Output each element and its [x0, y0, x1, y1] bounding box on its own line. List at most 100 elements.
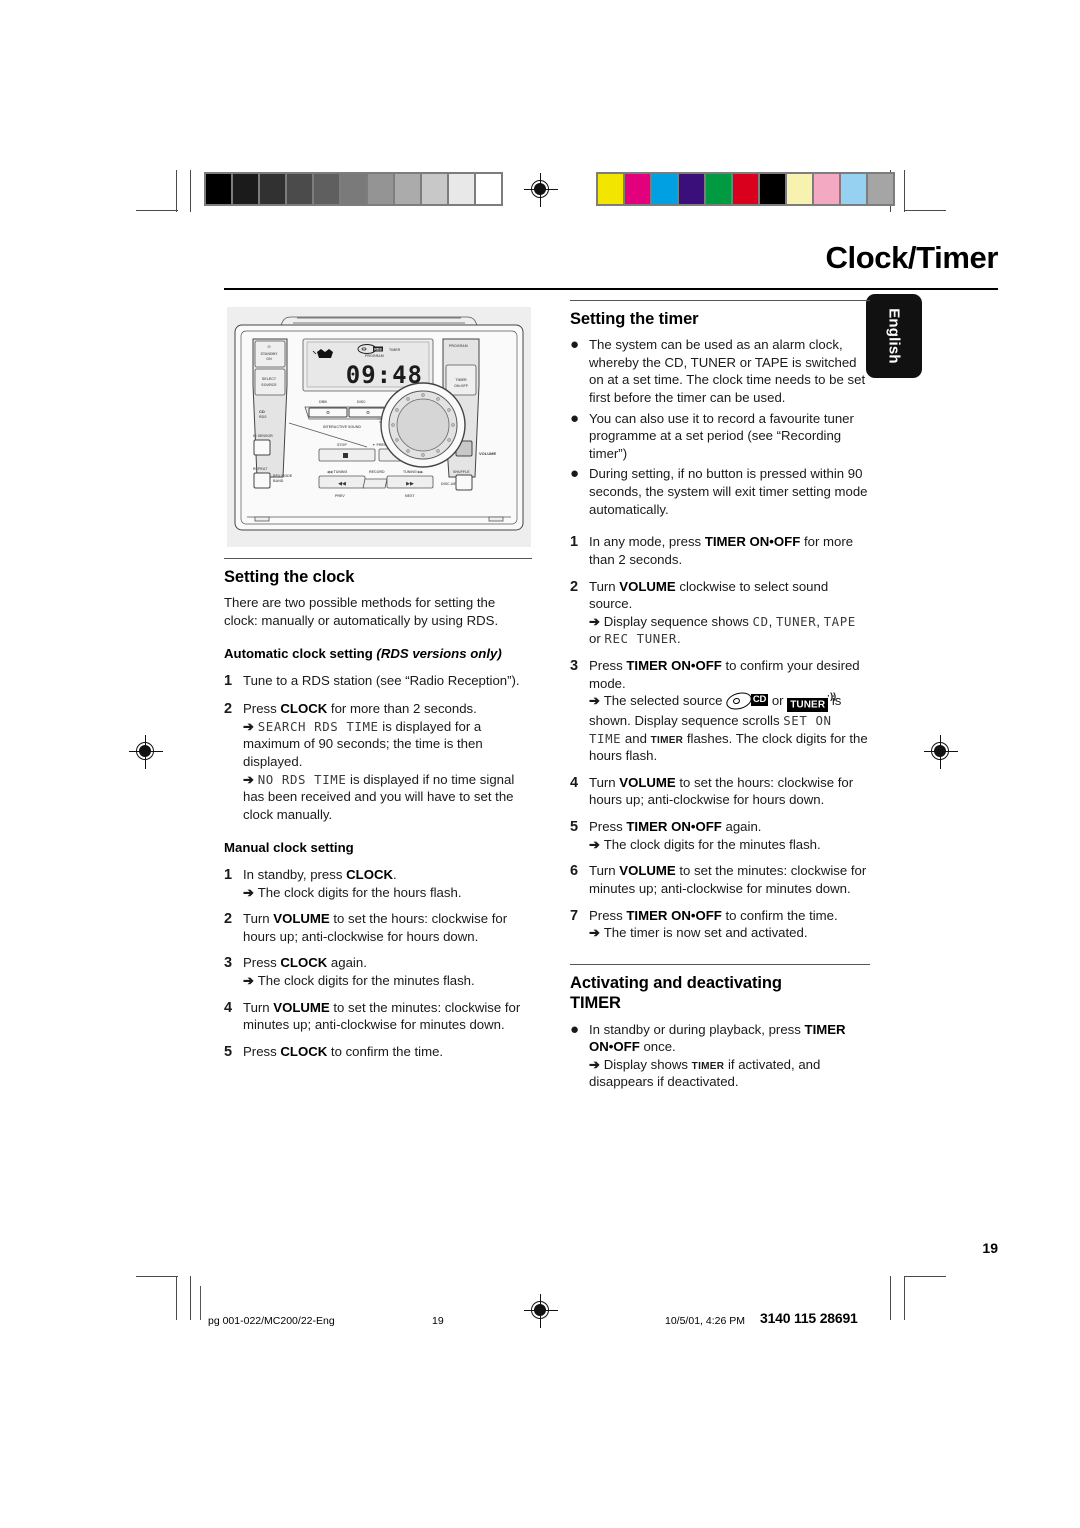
auto-heading-italic: (RDS versions only)	[376, 646, 502, 662]
step-result: ➔ SEARCH RDS TIME is displayed for a max…	[243, 718, 532, 771]
step-number: 2	[570, 578, 579, 595]
emphasised-control-name: VOLUME	[273, 999, 330, 1015]
bullet-dot-icon: ●	[570, 1020, 580, 1038]
arrow-icon: ➔	[243, 718, 258, 734]
grayscale-swatch	[395, 174, 420, 204]
left-section-divider	[224, 558, 532, 560]
lcd-indicator-text: TIMER	[650, 734, 684, 746]
step-text: Tune to a RDS station (see “Radio Recept…	[243, 672, 532, 691]
tuner-icon: TUNER ·))	[787, 691, 836, 712]
bullet-text: The system can be used as an alarm clock…	[589, 337, 866, 405]
color-swatch	[625, 174, 650, 204]
step-result: ➔ The clock digits for the minutes flash…	[243, 972, 532, 990]
activating-heading-line2: TIMER	[570, 993, 621, 1012]
step-number: 5	[224, 1043, 233, 1060]
lcd-display-text: NO RDS TIME	[257, 771, 347, 787]
lcd-display-text: REC TUNER	[604, 631, 677, 647]
step-number: 6	[570, 863, 579, 880]
color-swatch	[706, 174, 731, 204]
step-text: Press CLOCK for more than 2 seconds. ➔ SE…	[243, 700, 532, 823]
bullet-item: ● You can also use it to record a favouri…	[570, 410, 870, 463]
activating-section-divider	[570, 963, 870, 965]
body-text: Press	[589, 658, 627, 674]
bullet-dot-icon: ●	[570, 465, 580, 483]
numbered-step: 2 Turn VOLUME to set the hours: clockwise…	[224, 910, 532, 945]
activating-timer-heading: Activating and deactivating TIMER	[570, 974, 870, 1014]
step-result: ➔ NO RDS TIME is displayed if no time si…	[243, 771, 532, 824]
arrow-icon: ➔	[589, 693, 604, 709]
bullet-item: ● In standby or during playback, press TI…	[570, 1021, 870, 1092]
step-number: 2	[224, 911, 233, 928]
footer-timestamp: 10/5/01, 4:26 PM	[665, 1315, 745, 1327]
automatic-clock-setting-heading: Automatic clock setting (RDS versions on…	[224, 645, 532, 662]
color-swatch	[652, 174, 677, 204]
body-text: ,	[816, 613, 824, 629]
numbered-step: 1 In standby, press CLOCK. ➔ The clock dig…	[224, 866, 532, 901]
setting-the-timer-heading: Setting the timer	[570, 310, 699, 329]
step-text: Press TIMER ON•OFF to confirm your desir…	[589, 657, 870, 765]
body-text: The clock digits for the hours flash.	[257, 884, 462, 900]
grayscale-swatch	[422, 174, 447, 204]
color-swatch	[598, 174, 623, 204]
step-result: ➔ The selected source CD or TUNER ·)) is …	[589, 690, 870, 765]
footer-filename: pg 001-022/MC200/22-Eng	[208, 1315, 335, 1327]
grayscale-calibration-strip	[204, 172, 503, 206]
numbered-step: 3 Press CLOCK again. ➔ The clock digits fo…	[224, 954, 532, 989]
grayscale-swatch	[449, 174, 474, 204]
emphasised-control-name: VOLUME	[619, 863, 676, 879]
body-text: The clock digits for the minutes flash.	[603, 836, 821, 852]
body-text: Press	[243, 1043, 281, 1059]
emphasised-control-name: CLOCK	[346, 866, 394, 882]
body-text: Turn	[243, 999, 274, 1015]
lcd-indicator-text: TIMER	[691, 1060, 725, 1072]
emphasised-control-name: CLOCK	[280, 1043, 328, 1059]
body-text: The clock digits for the minutes flash.	[257, 973, 475, 989]
color-calibration-strip	[596, 172, 895, 206]
color-swatch	[787, 174, 812, 204]
registration-mark-right	[924, 735, 958, 769]
step-text: Turn VOLUME to set the hours: clockwise …	[589, 774, 870, 809]
body-text: again.	[327, 955, 367, 971]
body-text: In any mode, press	[589, 534, 705, 550]
page-title: Clock/Timer	[825, 240, 999, 275]
step-text: Press CLOCK to confirm the time.	[243, 1043, 532, 1062]
arrow-icon: ➔	[589, 1056, 604, 1072]
footer-divider	[200, 1286, 202, 1320]
body-text: once.	[639, 1039, 676, 1055]
activating-heading-line1: Activating and deactivating	[570, 973, 782, 992]
step-number: 4	[224, 999, 233, 1016]
setting-the-timer-steps: 1 In any mode, press TIMER ON•OFF for mor…	[570, 533, 870, 942]
body-text: Turn	[589, 863, 620, 879]
right-column: Setting the timer ● The system can be use…	[570, 300, 870, 1091]
cd-icon: CD	[724, 690, 769, 713]
lcd-display-text: CD	[752, 613, 769, 629]
numbered-step: 7 Press TIMER ON•OFF to confirm the time.…	[570, 907, 870, 942]
registration-mark-top	[524, 173, 558, 207]
setting-the-timer-bullets: ● The system can be used as an alarm cloc…	[570, 336, 870, 518]
step-text: Press TIMER ON•OFF to confirm the time. ➔…	[589, 907, 870, 942]
body-text: Display shows	[603, 1056, 692, 1072]
grayscale-swatch	[368, 174, 393, 204]
emphasised-control-name: CLOCK	[280, 955, 328, 971]
language-tab: English	[866, 294, 922, 378]
numbered-step: 1 Tune to a RDS station (see “Radio Recep…	[224, 672, 532, 691]
arrow-icon: ➔	[589, 613, 604, 629]
body-text: Press	[589, 907, 627, 923]
bullet-text: During setting, if no button is pressed …	[589, 466, 868, 517]
crop-mark-bottom-left	[136, 1276, 192, 1320]
grayscale-swatch	[233, 174, 258, 204]
bullet-item: ● During setting, if no button is pressed…	[570, 465, 870, 518]
body-text: .	[393, 866, 397, 882]
numbered-step: 3 Press TIMER ON•OFF to confirm your desi…	[570, 657, 870, 765]
lcd-display-text: TAPE	[823, 613, 856, 629]
grayscale-swatch	[341, 174, 366, 204]
step-text: Turn VOLUME clockwise to select sound so…	[589, 578, 870, 649]
body-text: ,	[768, 613, 776, 629]
body-text: for more than 2 seconds.	[327, 701, 477, 717]
numbered-step: 4 Turn VOLUME to set the minutes: clockwi…	[224, 999, 532, 1034]
body-text: Press	[589, 819, 627, 835]
body-text: In standby, press	[243, 866, 347, 882]
numbered-step: 2 Press CLOCK for more than 2 seconds. ➔ S…	[224, 700, 532, 823]
manual-clock-setting-heading: Manual clock setting	[224, 840, 354, 856]
numbered-step: 5 Press TIMER ON•OFF again. ➔ The clock di…	[570, 818, 870, 853]
